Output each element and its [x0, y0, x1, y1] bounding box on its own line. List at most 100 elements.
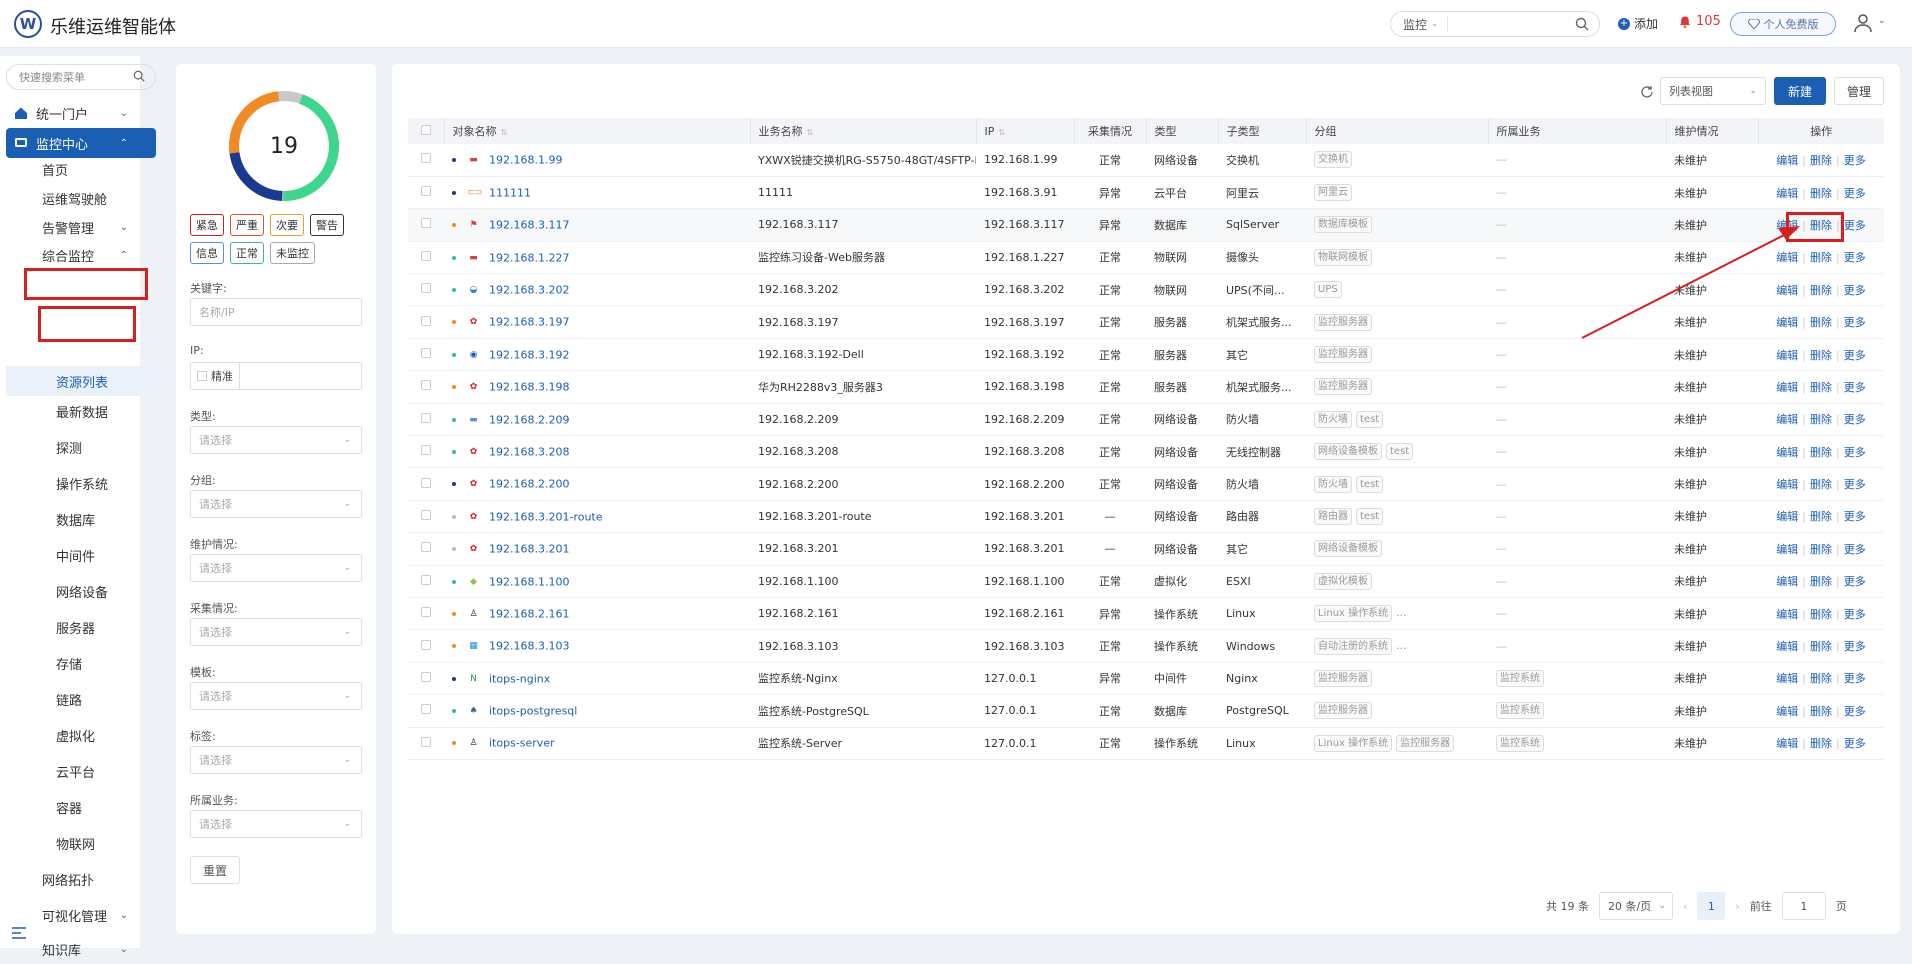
tag-unmonitored[interactable]: 未监控 — [270, 242, 315, 264]
edit-link[interactable]: 编辑 — [1776, 640, 1798, 653]
object-name-link[interactable]: 111111 — [489, 186, 531, 199]
object-name-link[interactable]: 192.168.3.201 — [489, 543, 569, 556]
tag-critical[interactable]: 紧急 — [190, 214, 224, 236]
delete-link[interactable]: 删除 — [1810, 251, 1832, 264]
object-name-link[interactable]: itops-postgresql — [489, 705, 577, 718]
delete-link[interactable]: 删除 — [1810, 672, 1832, 685]
delete-link[interactable]: 删除 — [1810, 349, 1832, 362]
search-icon[interactable] — [1575, 17, 1589, 34]
more-link[interactable]: 更多 — [1844, 284, 1866, 297]
goto-page-input[interactable]: 1 — [1781, 892, 1826, 920]
row-checkbox[interactable] — [408, 629, 444, 663]
sidebar-item-alarm[interactable]: 告警管理 ⌄ — [6, 212, 156, 242]
sidebar-item-link[interactable]: 链路 — [6, 684, 156, 714]
manage-button[interactable]: 管理 — [1834, 77, 1884, 105]
table-row[interactable]: ◆ 192.168.1.100 192.168.1.100 192.168.1.… — [408, 565, 1884, 598]
keyword-input[interactable]: 名称/IP — [190, 298, 362, 326]
object-name-link[interactable]: 192.168.3.198 — [489, 381, 569, 394]
tag-severe[interactable]: 严重 — [230, 214, 264, 236]
row-checkbox[interactable] — [408, 273, 444, 307]
row-checkbox[interactable] — [408, 727, 444, 760]
delete-link[interactable]: 删除 — [1810, 705, 1832, 718]
search-icon[interactable] — [133, 70, 145, 85]
row-checkbox[interactable] — [408, 403, 444, 437]
edit-link[interactable]: 编辑 — [1776, 510, 1798, 523]
sidebar-item-container[interactable]: 容器 — [6, 792, 156, 822]
ip-exact-checkbox[interactable]: 精准 — [197, 363, 240, 389]
row-checkbox[interactable] — [408, 305, 444, 339]
more-link[interactable]: 更多 — [1844, 316, 1866, 329]
table-row[interactable]: ▬ 192.168.2.209 192.168.2.209 192.168.2.… — [408, 403, 1884, 437]
prev-page-icon[interactable]: ‹ — [1683, 900, 1687, 913]
more-link[interactable]: 更多 — [1844, 510, 1866, 523]
row-checkbox[interactable] — [408, 500, 444, 534]
more-link[interactable]: 更多 — [1844, 154, 1866, 167]
delete-link[interactable]: 删除 — [1810, 284, 1832, 297]
delete-link[interactable]: 删除 — [1810, 413, 1832, 426]
table-row[interactable]: ▦ 192.168.3.103 192.168.3.103 192.168.3.… — [408, 629, 1884, 663]
sidebar-item-iot[interactable]: 物联网 — [6, 828, 156, 858]
edit-link[interactable]: 编辑 — [1776, 219, 1798, 232]
edit-link[interactable]: 编辑 — [1776, 413, 1798, 426]
tag-warning[interactable]: 警告 — [310, 214, 344, 236]
edit-link[interactable]: 编辑 — [1776, 608, 1798, 621]
more-link[interactable]: 更多 — [1844, 478, 1866, 491]
delete-link[interactable]: 删除 — [1810, 446, 1832, 459]
sidebar-item-cloud[interactable]: 云平台 — [6, 756, 156, 786]
delete-link[interactable]: 删除 — [1810, 187, 1832, 200]
ip-input[interactable]: 精准 — [190, 362, 362, 390]
sidebar-item-portal[interactable]: 统一门户 ⌄ — [6, 98, 156, 128]
object-name-link[interactable]: 192.168.3.103 — [489, 640, 569, 653]
table-row[interactable]: ▬ 192.168.1.99 YXWX锐捷交换机RG-S5750-48GT/4S… — [408, 144, 1884, 177]
col-object-name[interactable]: 对象名称 ⇅ — [444, 118, 751, 144]
edit-link[interactable]: 编辑 — [1776, 284, 1798, 297]
object-name-link[interactable]: 192.168.3.192 — [489, 348, 569, 361]
collect-select[interactable]: 请选择 ⌄ — [190, 618, 362, 646]
object-name-link[interactable]: 192.168.2.200 — [489, 478, 569, 491]
more-link[interactable]: 更多 — [1844, 381, 1866, 394]
sidebar-item-os[interactable]: 操作系统 — [6, 468, 156, 498]
row-checkbox[interactable] — [408, 662, 444, 696]
table-row[interactable]: ⚑ 192.168.3.117 192.168.3.117 192.168.3.… — [408, 208, 1884, 242]
edit-link[interactable]: 编辑 — [1776, 316, 1798, 329]
delete-link[interactable]: 删除 — [1810, 316, 1832, 329]
sidebar-item-middleware[interactable]: 中间件 — [6, 540, 156, 570]
search-scope-select[interactable]: 监控 ⌄ — [1391, 16, 1448, 32]
more-link[interactable]: 更多 — [1844, 446, 1866, 459]
object-name-link[interactable]: 192.168.3.201-route — [489, 510, 603, 523]
edit-link[interactable]: 编辑 — [1776, 672, 1798, 685]
select-all-checkbox[interactable] — [408, 118, 445, 144]
table-row[interactable]: ◉ 192.168.3.192 192.168.3.192-Dell 192.1… — [408, 338, 1884, 372]
table-row[interactable]: ✿ 192.168.2.200 192.168.2.200 192.168.2.… — [408, 467, 1884, 501]
row-checkbox[interactable] — [408, 338, 444, 372]
table-row[interactable]: ♙ 192.168.2.161 192.168.2.161 192.168.2.… — [408, 597, 1884, 631]
table-row[interactable]: ✿ 192.168.3.201 192.168.3.201 192.168.3.… — [408, 532, 1884, 566]
type-select[interactable]: 请选择 ⌄ — [190, 426, 362, 454]
delete-link[interactable]: 删除 — [1810, 543, 1832, 556]
delete-link[interactable]: 删除 — [1810, 478, 1832, 491]
edit-link[interactable]: 编辑 — [1776, 187, 1798, 200]
more-link[interactable]: 更多 — [1844, 672, 1866, 685]
delete-link[interactable]: 删除 — [1810, 608, 1832, 621]
sidebar-item-storage[interactable]: 存储 — [6, 648, 156, 678]
global-search[interactable]: 监控 ⌄ — [1390, 11, 1600, 37]
tag-minor[interactable]: 次要 — [270, 214, 304, 236]
row-checkbox[interactable] — [408, 532, 444, 566]
object-name-link[interactable]: 192.168.2.161 — [489, 607, 569, 620]
add-button[interactable]: + 添加 — [1618, 15, 1658, 32]
sidebar-item-server[interactable]: 服务器 — [6, 612, 156, 642]
row-checkbox[interactable] — [408, 241, 444, 275]
object-name-link[interactable]: 192.168.3.117 — [489, 219, 569, 232]
table-row[interactable]: ⊂⊃ 111111 11111 192.168.3.91 异常 云平台 阿里云 … — [408, 176, 1884, 210]
object-name-link[interactable]: 192.168.1.227 — [489, 251, 569, 264]
edit-link[interactable]: 编辑 — [1776, 737, 1798, 750]
group-select[interactable]: 请选择 ⌄ — [190, 490, 362, 518]
row-checkbox[interactable] — [408, 144, 444, 177]
delete-link[interactable]: 删除 — [1810, 219, 1832, 232]
delete-link[interactable]: 删除 — [1810, 640, 1832, 653]
table-row[interactable]: ▬ 192.168.1.227 监控练习设备-Web服务器 192.168.1.… — [408, 241, 1884, 275]
maintenance-select[interactable]: 请选择 ⌄ — [190, 554, 362, 582]
object-name-link[interactable]: 192.168.3.202 — [489, 284, 569, 297]
sidebar-item-virtualization[interactable]: 虚拟化 — [6, 720, 156, 750]
business-select[interactable]: 请选择 ⌄ — [190, 810, 362, 838]
